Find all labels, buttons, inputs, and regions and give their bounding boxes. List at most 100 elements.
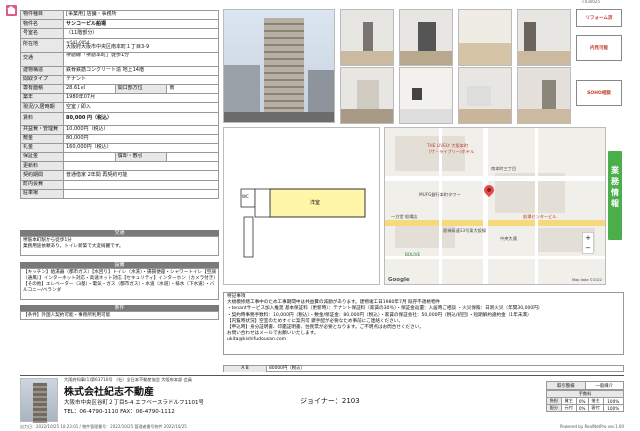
map-label: 阪神高速13号東大阪線 xyxy=(443,228,487,233)
built-label: 築年 xyxy=(20,93,64,104)
area-value: 28.61㎡ xyxy=(63,83,116,95)
interior-photo-4 xyxy=(517,9,571,66)
map-label: 中央大通 xyxy=(500,236,517,241)
business-info-tab: 業務情報 xyxy=(608,151,622,240)
fee-row-key: 配分 xyxy=(546,404,562,412)
area-label: 専有面積 xyxy=(20,83,64,95)
soho-badge: SOHO相談 xyxy=(576,80,622,106)
fee-percent: 100% xyxy=(602,397,624,405)
fee-table: 手数料 負担 貸主 0% 借主 100% 配分 元付 0% 客付 100% xyxy=(546,390,624,412)
name-label: 物件名 xyxy=(20,19,64,30)
google-logo: Google xyxy=(388,277,410,283)
town-fee-label: 町内会費 xyxy=(20,179,64,190)
house-logo-icon xyxy=(6,5,17,16)
zoom-controls[interactable]: + − xyxy=(582,232,594,254)
company-address: 大阪市中央区谷町２丁目5-4 エフベースラドルフ1101号 xyxy=(64,400,204,406)
ad-fee-label: A B xyxy=(224,366,266,372)
page-header xyxy=(0,0,640,4)
map-label: MUFG銀行本町タワー xyxy=(419,192,461,197)
rent-value: 80,000 円（税込） xyxy=(63,111,219,126)
interior-photo-6 xyxy=(399,67,453,124)
map-label: 一方堂 船場店 xyxy=(391,214,418,219)
renewal-label: 更新料 xyxy=(20,161,64,172)
interior-photo-2 xyxy=(399,9,453,66)
parking-label: 駐車場 xyxy=(20,188,64,200)
contract-label: 契約期間 xyxy=(20,170,64,181)
fee-percent: 100% xyxy=(602,404,624,412)
footer-right: Powered by RealNetPro ver.1.00 xyxy=(560,424,624,429)
room-label: 洋室 xyxy=(310,200,321,206)
building-photo xyxy=(223,9,335,123)
map-label: (ザ・ライブリー)ホテル xyxy=(429,149,475,154)
property-name: サンコーピル船場 xyxy=(63,19,219,30)
fee-percent: 0% xyxy=(575,397,589,405)
category-label: 物件種目 xyxy=(20,9,64,21)
key-money-value: 160,000円（税込） xyxy=(63,142,219,154)
ad-fee-bar: A B 80000円（税込） xyxy=(223,365,624,372)
guarantee-value xyxy=(63,152,116,163)
staff-code: ジョイナー：2103 xyxy=(300,397,360,405)
deposit-value: 80,000円 xyxy=(63,133,219,144)
amortization-value xyxy=(166,152,219,163)
remark-email[interactable]: ukita@kishifudousan.com xyxy=(227,337,620,343)
fee-row-key: 負担 xyxy=(546,397,562,405)
status-label: 現況/入居時期 xyxy=(20,102,64,113)
structure-label: 建物構造 xyxy=(20,65,64,76)
floor-plan-drawing xyxy=(240,188,366,258)
ad-fee-value: 80000円（税込） xyxy=(266,366,316,372)
category-value: [事業用] 店舗・事務所 xyxy=(63,9,219,21)
traffic-line: 業務用途依頼あり。トイレ新築で大変綺麗です。 xyxy=(23,244,124,249)
traffic-section-body: 堺筋本町駅から徒歩1分 業務用途依頼あり。トイレ新築で大変綺麗です。 xyxy=(20,236,219,256)
property-code: F030025 xyxy=(582,0,600,4)
structure-value: 鉄骨鉄筋コンクリート造 地上14階 xyxy=(63,65,219,76)
equipment-section-body: 【キッチン】給湯器（都市ガス）【水回り】トイレ（水洗）・揚揚便座・シャワートイレ… xyxy=(20,268,219,300)
map-label: 南本町三丁目 xyxy=(491,166,517,171)
renewal-value xyxy=(63,161,219,172)
contract-value: 普通借家 2年間 再契約可能 xyxy=(63,170,219,181)
layout-label: 間取タイプ xyxy=(20,74,64,85)
fee-party: 貸主 xyxy=(560,397,577,405)
fee-percent: 0% xyxy=(575,404,589,412)
common-fee-value: 10,000円（税込） xyxy=(63,124,219,135)
interior-photo-7 xyxy=(458,67,512,124)
conditions-section-body: 【条件】外国人契約可能・事務所利用可能 xyxy=(20,311,219,320)
key-money-label: 礼金 xyxy=(20,142,64,154)
parking-value xyxy=(63,188,219,200)
built-value: 1980年07月 xyxy=(63,93,219,104)
room-label: 号室名 xyxy=(20,28,64,39)
company-building-photo xyxy=(20,378,58,423)
fee-header: 手数料 xyxy=(546,390,624,398)
map-attribution: Map data ©2022 xyxy=(572,278,602,282)
interior-photo-3 xyxy=(458,9,512,66)
address-value: 大阪府大阪市中央区南本町１丁目3-9 xyxy=(66,44,150,51)
amortization-label: 償却・敷引 xyxy=(114,152,168,163)
interior-photo-1 xyxy=(340,9,394,66)
deal-type-value: 一般媒介 xyxy=(584,381,624,390)
rent-label: 賃料 xyxy=(20,111,64,126)
location-map[interactable]: THE LIVELY 大阪本町 (ザ・ライブリー)ホテル 南本町三丁目 MUFG… xyxy=(384,127,606,285)
layout-value: テナント xyxy=(63,74,219,85)
guarantee-label: 保証金 xyxy=(20,152,64,163)
traffic-label: 交通 xyxy=(20,51,64,67)
viewing-badge: 内見可能 xyxy=(576,35,622,61)
footer-left: 出力日：2022/10/25 10:23:01 / 物件管理番号：2022/10… xyxy=(20,424,187,429)
deal-type-table: 取引態様 一般媒介 xyxy=(546,381,624,390)
wc-label: WC xyxy=(242,194,249,199)
interior-photo-5 xyxy=(340,67,394,124)
company-phone: TEL：06-4790-1110 FAX：06-4790-1112 xyxy=(64,409,175,415)
direction-label: 間口部方位 xyxy=(114,83,168,95)
map-label: BOLIVE xyxy=(405,252,421,257)
corridor-outline xyxy=(243,216,254,258)
fee-party: 借主 xyxy=(587,397,604,405)
remarks-box: 特記事項 大規模修繕工事中のため工事期間中は共益費の減額があります。建物竣工日1… xyxy=(223,292,624,355)
deal-type-label: 取引態様 xyxy=(546,381,586,390)
traffic-value: 堺筋線「堺筋本町」徒歩1分 xyxy=(63,51,219,67)
reform-badge: リフォーム済 xyxy=(576,9,622,27)
fee-party: 客付 xyxy=(587,404,604,412)
company-divider xyxy=(20,375,624,376)
entrance-outline xyxy=(254,188,271,218)
interior-photo-8 xyxy=(517,67,571,124)
floor-plan: 洋室 WC xyxy=(223,127,380,285)
spec-table: 物件種目 [事業用] 店舗・事務所 物件名 サンコーピル船場 号室名 （11階部分） … xyxy=(20,9,219,200)
room-value: （11階部分） xyxy=(63,28,219,39)
